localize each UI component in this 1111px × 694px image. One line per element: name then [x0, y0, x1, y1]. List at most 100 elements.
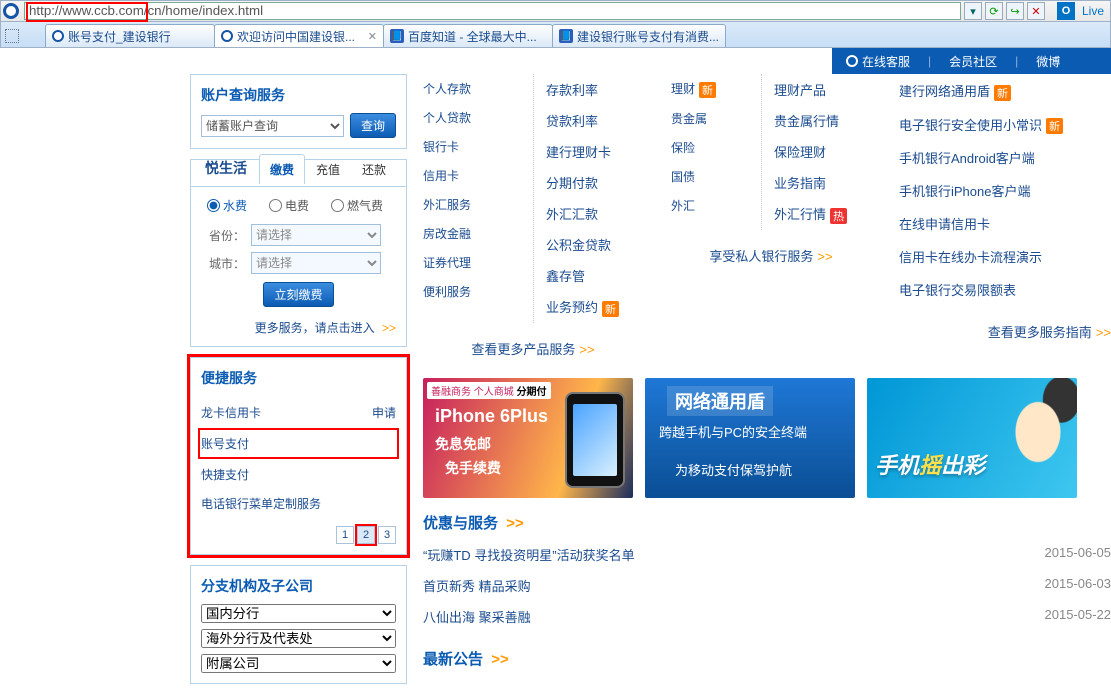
- product-link[interactable]: 银行卡: [423, 138, 459, 155]
- news-row[interactable]: 首页新秀 精品采购2015-06-03: [423, 570, 1111, 601]
- arrow-icon: >>: [382, 321, 396, 335]
- radio-electric[interactable]: 电费: [269, 197, 309, 214]
- more-services-link[interactable]: 更多服务，请点击进入 >>: [255, 321, 396, 335]
- tab-repay[interactable]: 还款: [351, 154, 397, 184]
- tab-payment[interactable]: 缴费: [259, 154, 305, 184]
- branch-box: 分支机构及子公司 国内分行 海外分行及代表处 附属公司: [190, 565, 407, 684]
- product-link[interactable]: 证券代理: [423, 254, 471, 271]
- city-select[interactable]: 请选择: [251, 252, 381, 274]
- guide-link[interactable]: 电子银行安全使用小常识新: [899, 118, 1063, 133]
- box-title: 分支机构及子公司: [201, 576, 396, 596]
- product-link[interactable]: 信用卡: [423, 167, 459, 184]
- product-sublink[interactable]: 保险理财: [774, 145, 826, 160]
- product-sublink[interactable]: 贷款利率: [546, 114, 598, 129]
- guide-link[interactable]: 信用卡在线办卡流程演示: [899, 250, 1042, 265]
- tab-label: 欢迎访问中国建设银...: [237, 28, 364, 45]
- query-button[interactable]: 查询: [350, 113, 396, 138]
- list-item-account-payment[interactable]: 账号支付: [199, 429, 398, 458]
- product-sublink[interactable]: 业务预约新: [546, 300, 619, 315]
- product-link[interactable]: 房改金融: [423, 225, 471, 242]
- close-icon[interactable]: ✕: [368, 30, 377, 43]
- product-link[interactable]: 外汇服务: [423, 196, 471, 213]
- list-item[interactable]: 快捷支付: [201, 460, 396, 489]
- page-2[interactable]: 2: [357, 526, 375, 544]
- site-favicon: [3, 3, 19, 19]
- guide-link[interactable]: 手机银行Android客户端: [899, 151, 1035, 166]
- list-item[interactable]: 电话银行菜单定制服务: [201, 489, 396, 518]
- banner-iphone[interactable]: 善融商务 个人商城 分期付 iPhone 6Plus 免息免邮 免手续费: [423, 378, 633, 498]
- product-sublink[interactable]: 贵金属行情: [774, 114, 839, 129]
- baidu-favicon: 📘: [390, 29, 404, 43]
- product-link[interactable]: 国债: [671, 168, 695, 185]
- province-label: 省份：: [201, 227, 245, 244]
- reload-icon[interactable]: ⟳: [985, 2, 1003, 20]
- product-sublink[interactable]: 外汇行情热: [774, 207, 847, 222]
- banner-line: 为移动支付保驾护航: [675, 460, 792, 479]
- product-sublink[interactable]: 理财产品: [774, 83, 826, 98]
- product-link[interactable]: 便利服务: [423, 283, 471, 300]
- new-badge: 新: [1046, 118, 1063, 134]
- url-input[interactable]: [24, 2, 961, 20]
- product-link[interactable]: 贵金属: [671, 110, 707, 127]
- browser-tab[interactable]: 📘建设银行账号支付有消费...: [552, 24, 726, 47]
- baidu-favicon: 📘: [559, 29, 573, 43]
- convenient-service-box: 便捷服务 龙卡信用卡申请 账号支付 快捷支付 电话银行菜单定制服务 1 2 3: [190, 357, 407, 555]
- arrow-icon: >>: [579, 342, 594, 357]
- ring-icon: [846, 55, 858, 67]
- overseas-branch-select[interactable]: 海外分行及代表处: [201, 629, 396, 648]
- dropdown-icon[interactable]: ▾: [964, 2, 982, 20]
- tab-grid-icon[interactable]: [5, 29, 19, 43]
- browser-tab[interactable]: 📘百度知道 - 全球最大中...: [383, 24, 553, 47]
- browser-tab[interactable]: 欢迎访问中国建设银... ✕: [214, 24, 384, 47]
- banner-line: 免手续费: [445, 458, 501, 478]
- radio-water[interactable]: 水费: [207, 197, 247, 214]
- news-row[interactable]: “玩赚TD 寻找投资明星”活动获奖名单2015-06-05: [423, 539, 1111, 570]
- more-products-link[interactable]: 查看更多产品服务>>: [471, 342, 594, 357]
- product-sublink[interactable]: 公积金贷款: [546, 238, 611, 253]
- radio-gas[interactable]: 燃气费: [331, 197, 383, 214]
- product-link[interactable]: 保险: [671, 139, 695, 156]
- product-sublink[interactable]: 建行理财卡: [546, 145, 611, 160]
- arrow-icon: >>: [817, 249, 832, 264]
- guide-link[interactable]: 在线申请信用卡: [899, 217, 990, 232]
- product-sublink[interactable]: 鑫存管: [546, 269, 585, 284]
- province-select[interactable]: 请选择: [251, 224, 381, 246]
- list-item[interactable]: 龙卡信用卡申请: [201, 398, 396, 427]
- product-sublink[interactable]: 存款利率: [546, 83, 598, 98]
- domestic-branch-select[interactable]: 国内分行: [201, 604, 396, 623]
- product-link[interactable]: 个人贷款: [423, 109, 471, 126]
- tab-recharge[interactable]: 充值: [305, 154, 351, 184]
- more-guide-link[interactable]: 查看更多服务指南>>: [988, 325, 1111, 340]
- product-sublink[interactable]: 业务指南: [774, 176, 826, 191]
- pay-now-button[interactable]: 立刻缴费: [263, 282, 333, 307]
- private-bank-link[interactable]: 享受私人银行服务>>: [709, 249, 832, 264]
- news-date: 2015-05-22: [1045, 607, 1111, 626]
- outlook-icon[interactable]: O: [1057, 2, 1075, 20]
- banner-mobile-shake[interactable]: 手机摇出彩: [867, 378, 1077, 498]
- weibo-link[interactable]: 微博: [1036, 53, 1060, 70]
- hot-badge: 热: [830, 208, 847, 224]
- browser-tab[interactable]: 账号支付_建设银行: [45, 24, 215, 47]
- banner-usbkey[interactable]: 网络通用盾 跨越手机与PC的安全终端 为移动支付保驾护航: [645, 378, 855, 498]
- page-3[interactable]: 3: [378, 526, 396, 544]
- guide-link[interactable]: 建行网络通用盾新: [899, 84, 1011, 99]
- subsidiary-select[interactable]: 附属公司: [201, 654, 396, 673]
- product-link[interactable]: 个人存款: [423, 80, 471, 97]
- guide-link[interactable]: 电子银行交易限额表: [899, 283, 1016, 298]
- product-link[interactable]: 理财新: [671, 80, 716, 98]
- guide-link[interactable]: 手机银行iPhone客户端: [899, 184, 1030, 199]
- product-sublink[interactable]: 外汇汇款: [546, 207, 598, 222]
- banner-title: 网络通用盾: [667, 386, 773, 416]
- news-row[interactable]: 八仙出海 聚采善融2015-05-22: [423, 601, 1111, 632]
- phone-icon: [565, 392, 625, 488]
- city-label: 城市：: [201, 255, 245, 272]
- stop-icon[interactable]: ✕: [1027, 2, 1045, 20]
- product-sublink[interactable]: 分期付款: [546, 176, 598, 191]
- community-link[interactable]: 会员社区: [949, 53, 997, 70]
- online-service-link[interactable]: 在线客服: [846, 53, 910, 70]
- product-link[interactable]: 外汇: [671, 197, 695, 214]
- box-title: 便捷服务: [201, 368, 396, 388]
- forward-icon[interactable]: ↪: [1006, 2, 1024, 20]
- page-1[interactable]: 1: [336, 526, 354, 544]
- query-type-select[interactable]: 储蓄账户查询: [201, 115, 344, 137]
